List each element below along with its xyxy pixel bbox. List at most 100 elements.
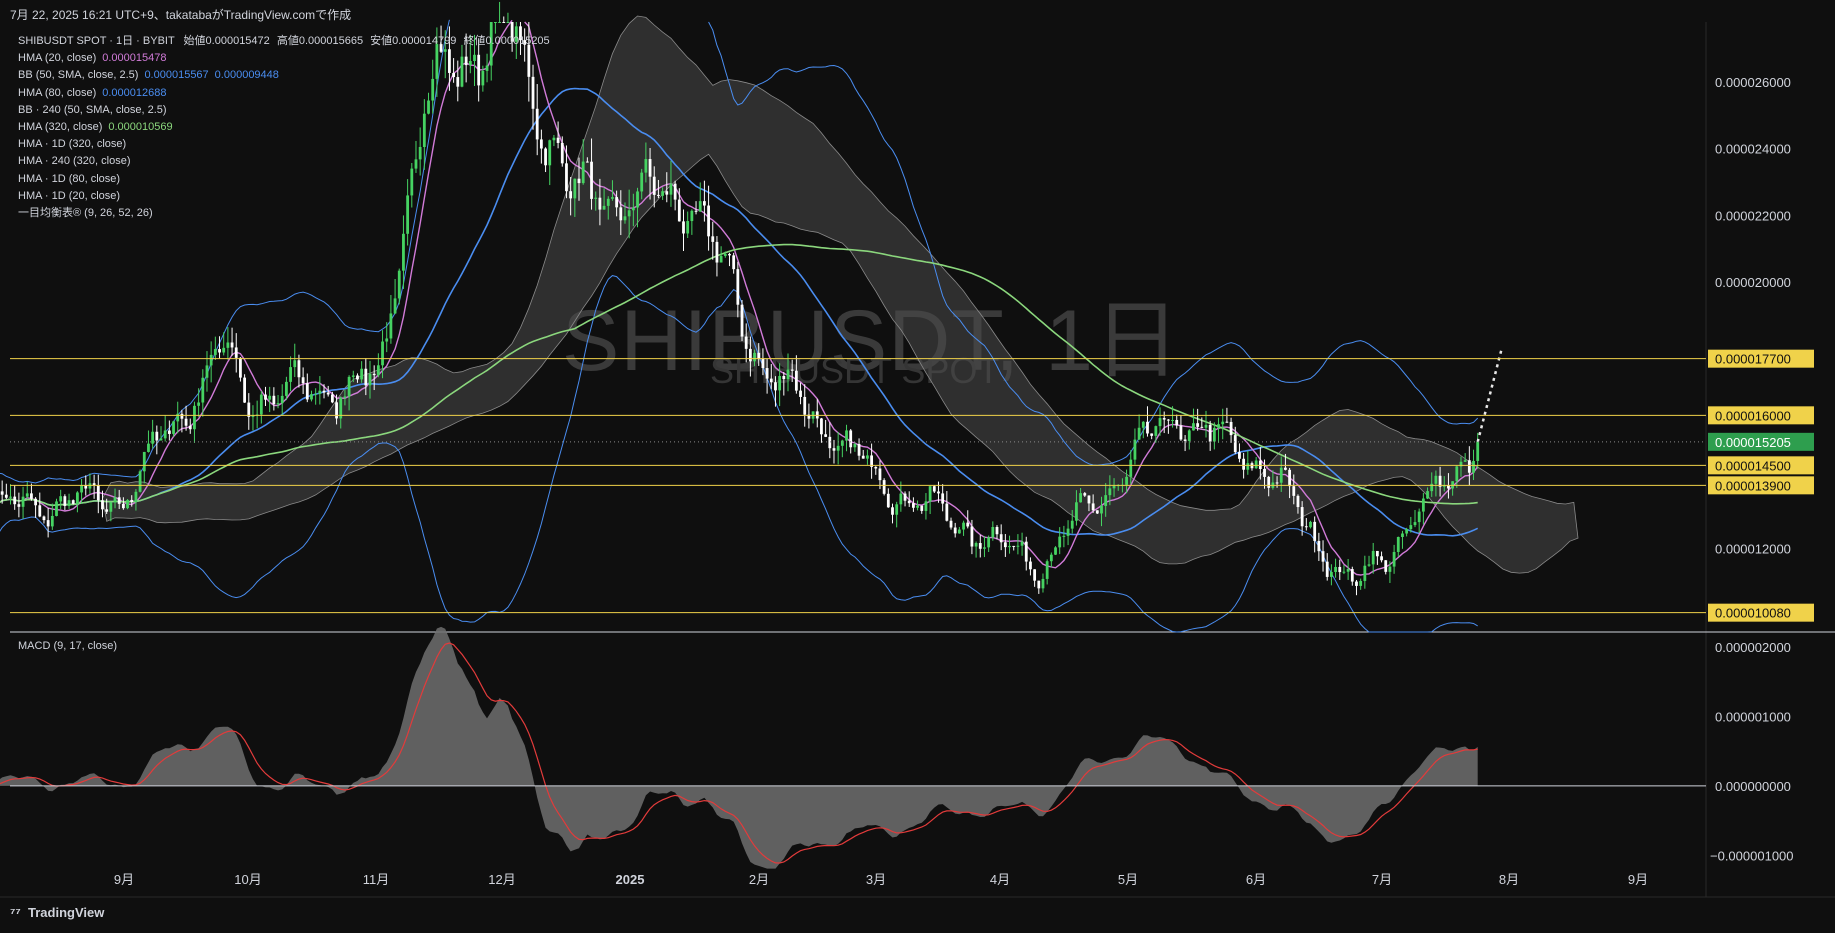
candle-body bbox=[1062, 535, 1066, 537]
legend-symbol: SHIBUSDT SPOT · 1日 · BYBIT bbox=[18, 35, 175, 47]
candle-body bbox=[1284, 467, 1287, 470]
candle-body bbox=[1367, 564, 1371, 566]
candle-body bbox=[941, 493, 945, 504]
candle-body bbox=[1388, 566, 1392, 572]
legend-indicator-row[interactable]: HMA (320, close) 0.000010569 bbox=[18, 119, 550, 136]
candle-body bbox=[1154, 426, 1158, 436]
candle-body bbox=[953, 527, 957, 534]
candle-body bbox=[71, 500, 75, 504]
candle-body bbox=[1467, 460, 1471, 473]
candle-body bbox=[21, 496, 25, 507]
candle-body bbox=[916, 505, 919, 508]
candle-body bbox=[1346, 569, 1350, 572]
candle-body bbox=[1476, 441, 1480, 461]
candle-body bbox=[644, 159, 648, 173]
candle-body bbox=[711, 236, 715, 242]
candle-body bbox=[1304, 526, 1308, 528]
candle-body bbox=[121, 503, 125, 509]
candle-body bbox=[147, 443, 150, 452]
candle-body bbox=[1183, 439, 1187, 441]
candle-body bbox=[96, 485, 100, 501]
candle-body bbox=[694, 210, 698, 212]
indicator-label: HMA · 1D (320, close) bbox=[18, 138, 127, 151]
candle-body bbox=[1396, 537, 1400, 552]
candle-body bbox=[1196, 423, 1200, 427]
candle-body bbox=[891, 507, 894, 515]
legend-indicator-row[interactable]: HMA · 1D (80, close) bbox=[18, 171, 550, 188]
indicator-label: HMA · 240 (320, close) bbox=[18, 155, 131, 168]
legend-indicator-row[interactable]: BB (50, SMA, close, 2.5) 0.000015567 0.000… bbox=[18, 67, 550, 84]
candle-body bbox=[606, 198, 610, 206]
candle-body bbox=[397, 270, 401, 299]
candle-body bbox=[84, 485, 88, 489]
candle-body bbox=[1225, 421, 1229, 423]
candle-body bbox=[1112, 485, 1116, 489]
candle-body bbox=[552, 137, 556, 141]
candle-body bbox=[690, 210, 694, 222]
candle-body bbox=[285, 381, 288, 396]
candle-body bbox=[1104, 495, 1108, 506]
candle-body bbox=[1192, 423, 1195, 431]
macd-tick-label: 0.000002000 bbox=[1715, 640, 1791, 655]
candle-body bbox=[9, 496, 12, 498]
candle-body bbox=[1300, 507, 1304, 527]
candle-body bbox=[974, 543, 978, 547]
time-tick-label: 5月 bbox=[1118, 872, 1138, 887]
time-tick-label: 12月 bbox=[488, 872, 515, 887]
candle-body bbox=[673, 183, 677, 200]
legend-indicator-row[interactable]: 一目均衡表® (9, 26, 52, 26) bbox=[18, 205, 550, 222]
candle-body bbox=[1070, 520, 1074, 529]
candle-body bbox=[67, 500, 71, 506]
legend-indicator-row[interactable]: HMA (20, close) 0.000015478 bbox=[18, 50, 550, 67]
candle-body bbox=[1421, 498, 1425, 512]
tradingview-logo[interactable]: ⁷⁷ TradingView bbox=[10, 905, 104, 920]
candle-body bbox=[560, 142, 564, 164]
legend-low: 0.000014799 bbox=[392, 35, 457, 47]
indicator-label: HMA (20, close) bbox=[18, 52, 97, 65]
candle-body bbox=[648, 159, 652, 177]
indicator-value: 0.000009448 bbox=[214, 69, 279, 82]
time-tick-label: 11月 bbox=[363, 872, 390, 887]
candle-body bbox=[836, 445, 840, 451]
candle-body bbox=[1217, 424, 1220, 428]
legend-indicator-row[interactable]: BB · 240 (50, SMA, close, 2.5) bbox=[18, 102, 550, 119]
candle-body bbox=[761, 358, 765, 369]
candle-body bbox=[88, 483, 92, 489]
legend-indicator-row[interactable]: HMA · 1D (20, close) bbox=[18, 188, 550, 205]
candle-body bbox=[1434, 475, 1438, 484]
candle-body bbox=[945, 503, 949, 521]
candle-body bbox=[310, 394, 313, 400]
candle-body bbox=[193, 405, 196, 430]
candle-body bbox=[882, 480, 886, 494]
candle-body bbox=[774, 382, 777, 391]
legend-indicator-row[interactable]: HMA · 240 (320, close) bbox=[18, 153, 550, 170]
candle-body bbox=[272, 395, 276, 405]
candle-body bbox=[924, 501, 928, 511]
candle-body bbox=[999, 534, 1003, 543]
candle-body bbox=[886, 493, 890, 508]
candle-body bbox=[594, 197, 598, 199]
candle-body bbox=[744, 336, 748, 349]
candle-body bbox=[280, 395, 284, 404]
candle-body bbox=[569, 191, 573, 199]
legend-indicator-row[interactable]: HMA (80, close) 0.000012688 bbox=[18, 85, 550, 102]
candle-body bbox=[50, 515, 54, 527]
candle-body bbox=[34, 498, 37, 506]
macd-legend[interactable]: MACD (9, 17, close) bbox=[18, 640, 117, 652]
candle-body bbox=[849, 430, 853, 448]
macd-tick-label: 0.000000000 bbox=[1715, 779, 1791, 794]
candle-body bbox=[949, 520, 953, 528]
candle-body bbox=[1171, 419, 1174, 421]
legend-indicator-row[interactable]: HMA · 1D (320, close) bbox=[18, 136, 550, 153]
candle-body bbox=[1463, 460, 1467, 462]
candle-body bbox=[180, 413, 184, 419]
candle-body bbox=[197, 402, 201, 406]
candle-body bbox=[995, 527, 999, 535]
candle-body bbox=[1146, 421, 1149, 434]
candle-body bbox=[669, 183, 673, 195]
candle-body bbox=[59, 496, 63, 502]
candle-body bbox=[1405, 529, 1409, 534]
candle-body bbox=[318, 390, 322, 394]
level-price-label: 0.000013900 bbox=[1715, 478, 1791, 493]
candle-body bbox=[803, 396, 807, 415]
